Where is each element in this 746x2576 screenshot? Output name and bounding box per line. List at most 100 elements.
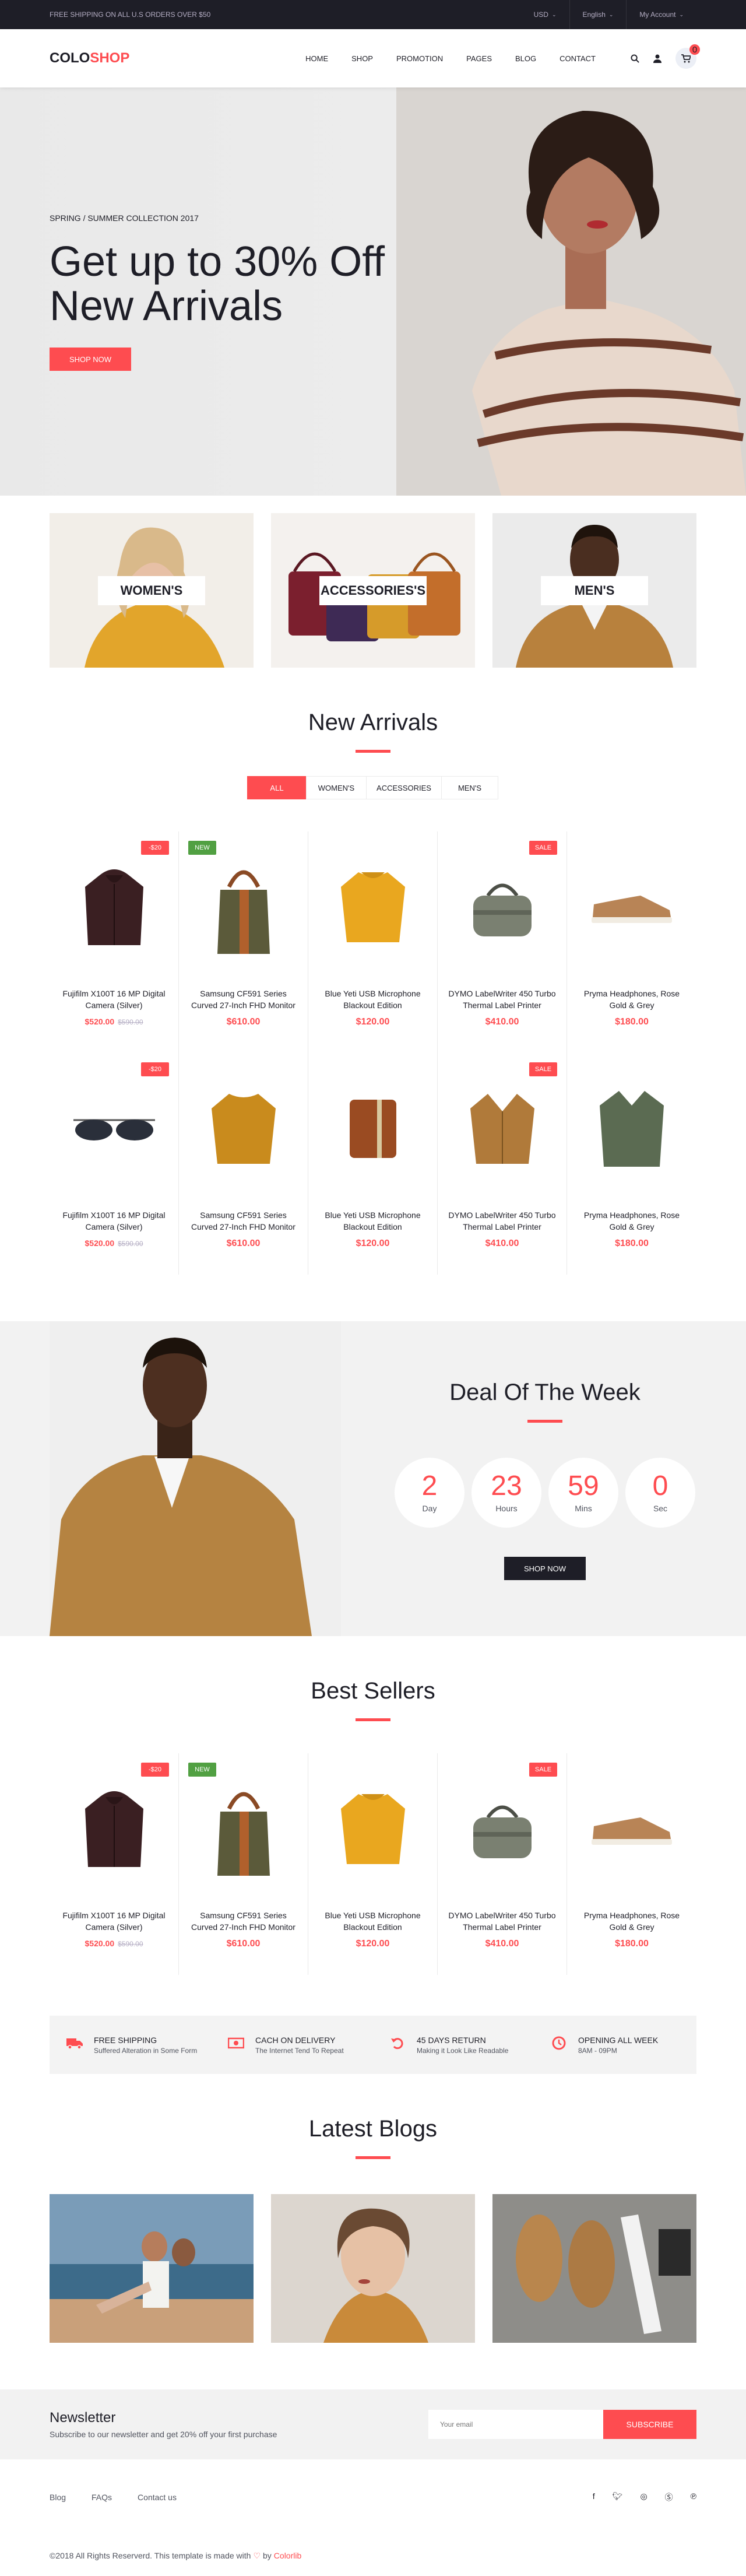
product-name[interactable]: Fujifilm X100T 16 MP Digital Camera (Sil… — [50, 1910, 178, 1933]
product-name[interactable]: Samsung CF591 Series Curved 27-Inch FHD … — [179, 1910, 308, 1933]
product-name[interactable]: DYMO LabelWriter 450 Turbo Thermal Label… — [438, 1910, 566, 1933]
language-selector[interactable]: English ⌄ — [569, 0, 627, 29]
shoe-image — [592, 896, 672, 923]
product-card[interactable]: NEW Samsung CF591 Series Curved 27-Inch … — [179, 831, 308, 1053]
logo[interactable]: COLOSHOP — [50, 50, 129, 66]
tab-mens[interactable]: MEN'S — [441, 776, 498, 799]
facebook-icon[interactable]: f — [593, 2491, 595, 2503]
tab-womens[interactable]: WOMEN'S — [306, 776, 367, 799]
instagram-icon[interactable]: ◎ — [640, 2491, 647, 2503]
product-name[interactable]: Blue Yeti USB Microphone Blackout Editio… — [308, 1910, 437, 1933]
product-name[interactable]: Blue Yeti USB Microphone Blackout Editio… — [308, 1209, 437, 1233]
nav-pages[interactable]: PAGES — [455, 54, 504, 63]
product-name[interactable]: DYMO LabelWriter 450 Turbo Thermal Label… — [438, 988, 566, 1011]
banner-womens[interactable]: WOMEN'S — [50, 513, 254, 668]
shoe-image — [592, 1817, 672, 1845]
banner-accessories[interactable]: ACCESSORIES'S — [271, 513, 475, 668]
banner-label-mens: MEN'S — [541, 575, 648, 605]
product-card[interactable]: SALE DYMO LabelWriter 450 Turbo Thermal … — [438, 1053, 567, 1275]
best-sellers-carousel: -$20 Fujifilm X100T 16 MP Digital Camera… — [50, 1753, 696, 1975]
product-name[interactable]: Fujifilm X100T 16 MP Digital Camera (Sil… — [50, 988, 178, 1011]
product-card[interactable]: Pryma Headphones, Rose Gold & Grey $180.… — [567, 1053, 696, 1275]
undo-icon — [389, 2036, 406, 2054]
hero-shop-now-button[interactable]: SHOP NOW — [50, 348, 131, 371]
footer: Blog FAQs Contact us f 🐦︎ ◎ Ⓢ ℗ ©2018 Al… — [50, 2459, 696, 2576]
product-card[interactable]: -$20 Fujifilm X100T 16 MP Digital Camera… — [50, 1753, 179, 1975]
tote-bag-image — [217, 870, 270, 954]
tab-all[interactable]: ALL — [247, 776, 307, 799]
product-name[interactable]: Pryma Headphones, Rose Gold & Grey — [567, 1910, 696, 1933]
truck-icon — [66, 2037, 83, 2054]
hero-subtitle: SPRING / SUMMER COLLECTION 2017 — [50, 213, 199, 223]
nav-contact[interactable]: CONTACT — [548, 54, 607, 63]
footer-link-faqs[interactable]: FAQs — [92, 2493, 112, 2502]
subscribe-button[interactable]: SUBSCRIBE — [603, 2410, 696, 2439]
product-card[interactable]: -$20 Fujifilm X100T 16 MP Digital Camera… — [50, 1053, 179, 1275]
timer-secs: 0 Sec — [625, 1458, 695, 1528]
discount-badge: -$20 — [141, 841, 169, 855]
blog-card[interactable] — [50, 2194, 254, 2343]
product-card[interactable]: Pryma Headphones, Rose Gold & Grey $180.… — [567, 1753, 696, 1975]
product-name[interactable]: Samsung CF591 Series Curved 27-Inch FHD … — [179, 988, 308, 1011]
nav-blog[interactable]: BLOG — [504, 54, 548, 63]
product-name[interactable]: Pryma Headphones, Rose Gold & Grey — [567, 1209, 696, 1233]
deal-shop-now-button[interactable]: SHOP NOW — [504, 1557, 586, 1580]
nav-home[interactable]: HOME — [294, 54, 340, 63]
colorlib-link[interactable]: Colorlib — [274, 2551, 301, 2560]
blog-card[interactable] — [271, 2194, 475, 2343]
product-name[interactable]: Fujifilm X100T 16 MP Digital Camera (Sil… — [50, 1209, 178, 1233]
product-price: $120.00 — [356, 1017, 390, 1027]
account-menu[interactable]: My Account ⌄ — [626, 0, 696, 29]
product-name[interactable]: Samsung CF591 Series Curved 27-Inch FHD … — [179, 1209, 308, 1233]
cart-icon — [681, 54, 691, 62]
currency-selector[interactable]: USD ⌄ — [521, 0, 569, 29]
main-nav: HOME SHOP PROMOTION PAGES BLOG CONTACT — [294, 54, 607, 63]
new-badge: NEW — [188, 841, 216, 855]
cart-count-badge: 0 — [689, 44, 700, 55]
benefit-cash-on-delivery: CACH ON DELIVERY The Internet Tend To Rep… — [211, 2035, 372, 2055]
skype-icon[interactable]: Ⓢ — [665, 2491, 673, 2503]
product-price: $410.00 — [485, 1238, 519, 1248]
search-icon[interactable] — [631, 54, 639, 63]
product-price: $120.00 — [356, 1939, 390, 1949]
nav-shop[interactable]: SHOP — [340, 54, 385, 63]
nav-promotion[interactable]: PROMOTION — [385, 54, 455, 63]
product-price: $180.00 — [615, 1939, 649, 1949]
email-input[interactable] — [428, 2410, 603, 2439]
old-price: $590.00 — [118, 1240, 143, 1248]
banner-mens[interactable]: MEN'S — [492, 513, 696, 668]
blog-image-beach-couple — [50, 2194, 254, 2343]
product-card[interactable]: Blue Yeti USB Microphone Blackout Editio… — [308, 1053, 438, 1275]
product-price: $120.00 — [356, 1238, 390, 1248]
pinterest-icon[interactable]: ℗ — [691, 2491, 696, 2503]
newsletter-form: SUBSCRIBE — [428, 2410, 696, 2439]
green-sweater-image — [600, 1091, 664, 1167]
tab-accessories[interactable]: ACCESSORIES — [366, 776, 442, 799]
footer-link-contact[interactable]: Contact us — [138, 2493, 177, 2502]
category-banners: WOMEN'S ACCESSORIES'S MEN'S — [50, 513, 696, 668]
twitter-icon[interactable]: 🐦︎ — [613, 2491, 623, 2503]
footer-link-blog[interactable]: Blog — [50, 2493, 66, 2502]
product-card[interactable]: NEW Samsung CF591 Series Curved 27-Inch … — [179, 1753, 308, 1975]
product-name[interactable]: Pryma Headphones, Rose Gold & Grey — [567, 988, 696, 1011]
timer-hours: 23 Hours — [471, 1458, 541, 1528]
blog-card[interactable] — [492, 2194, 696, 2343]
title-underline — [356, 2156, 390, 2159]
product-card[interactable]: SALE DYMO LabelWriter 450 Turbo Thermal … — [438, 831, 567, 1053]
product-name[interactable]: DYMO LabelWriter 450 Turbo Thermal Label… — [438, 1209, 566, 1233]
product-card[interactable]: SALE DYMO LabelWriter 450 Turbo Thermal … — [438, 1753, 567, 1975]
product-card[interactable]: Samsung CF591 Series Curved 27-Inch FHD … — [179, 1053, 308, 1275]
user-icon[interactable] — [653, 54, 661, 63]
product-card[interactable]: Blue Yeti USB Microphone Blackout Editio… — [308, 831, 438, 1053]
social-links: f 🐦︎ ◎ Ⓢ ℗ — [593, 2491, 696, 2503]
product-card[interactable]: -$20 Fujifilm X100T 16 MP Digital Camera… — [50, 831, 179, 1053]
benefit-free-shipping: FREE SHIPPING Suffered Alteration in Some… — [50, 2035, 211, 2055]
filter-tabs: ALL WOMEN'S ACCESSORIES MEN'S — [50, 776, 696, 799]
old-price: $590.00 — [118, 1018, 143, 1026]
product-card[interactable]: Pryma Headphones, Rose Gold & Grey $180.… — [567, 831, 696, 1053]
product-name[interactable]: Blue Yeti USB Microphone Blackout Editio… — [308, 988, 437, 1011]
product-grid: -$20 Fujifilm X100T 16 MP Digital Camera… — [50, 831, 696, 1275]
cart-button[interactable]: 0 — [675, 44, 700, 69]
product-card[interactable]: Blue Yeti USB Microphone Blackout Editio… — [308, 1753, 438, 1975]
wallet-image — [349, 1100, 396, 1158]
